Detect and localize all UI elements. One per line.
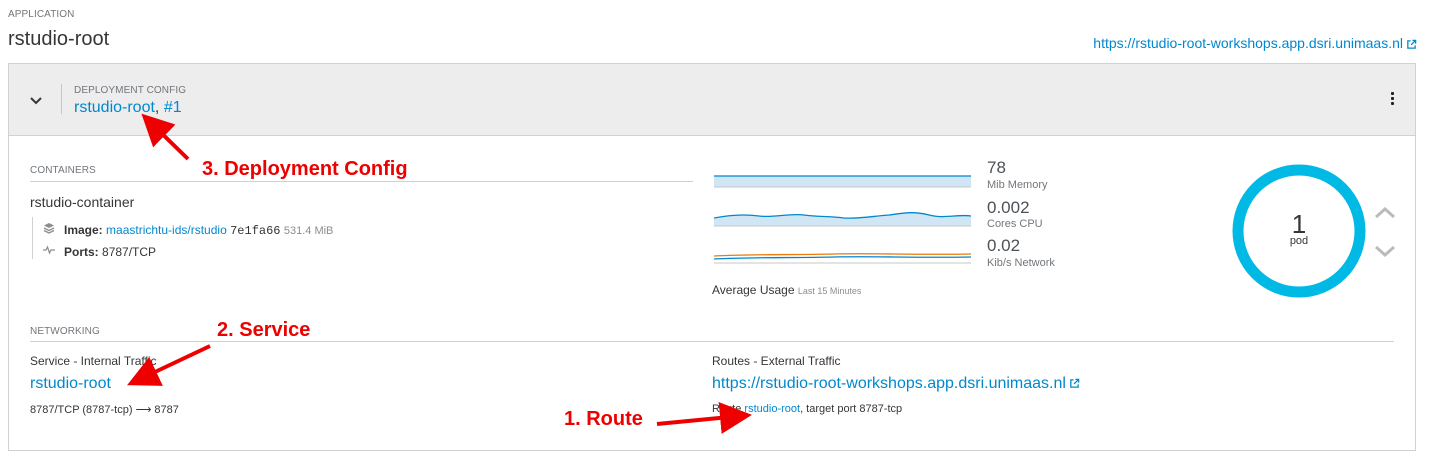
- route-arrow: [656, 401, 752, 434]
- service-arrow: [127, 344, 211, 386]
- annotation-route: 1. Route: [564, 408, 643, 430]
- annotation-service: 2. Service: [217, 319, 311, 341]
- annotation-arrows: [127, 113, 752, 434]
- deployment-arrow: [141, 113, 190, 161]
- annotation-deployment-config: 3. Deployment Config: [202, 158, 408, 180]
